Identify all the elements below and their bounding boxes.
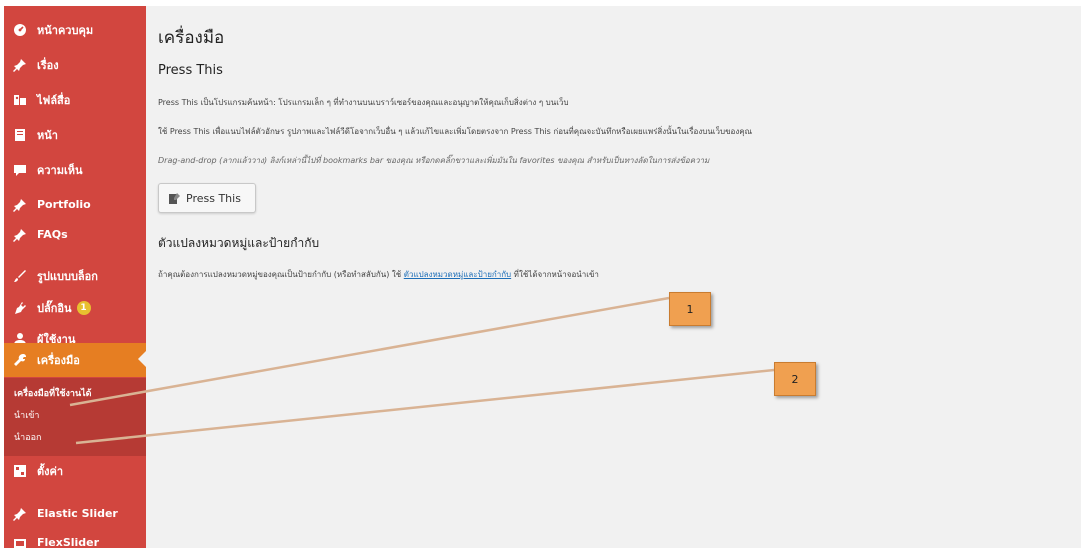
screen-frame: หน้าควบคุม เรื่อง ไฟล์สื่อ หน้า ความเห็น xyxy=(4,6,1081,548)
annotation-line-2 xyxy=(75,368,775,445)
annotation-callout-2: 2 xyxy=(774,362,816,396)
annotation-lines xyxy=(69,296,775,445)
annotation-callout-1: 1 xyxy=(669,292,711,326)
annotation-line-1 xyxy=(69,296,670,407)
